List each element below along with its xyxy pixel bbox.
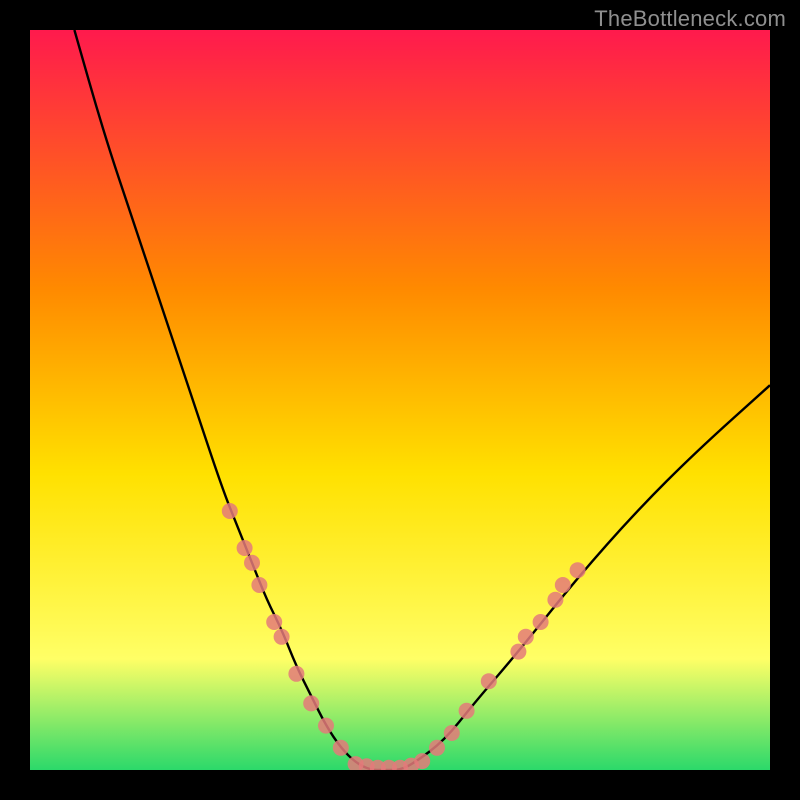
- data-marker: [251, 577, 267, 593]
- data-marker: [222, 503, 238, 519]
- chart-frame: TheBottleneck.com: [0, 0, 800, 800]
- data-marker: [288, 666, 304, 682]
- chart-svg: [30, 30, 770, 770]
- data-marker: [244, 555, 260, 571]
- data-marker: [510, 644, 526, 660]
- data-marker: [518, 629, 534, 645]
- data-marker: [444, 725, 460, 741]
- data-marker: [481, 673, 497, 689]
- data-marker: [570, 562, 586, 578]
- chart-background: [30, 30, 770, 770]
- data-marker: [318, 718, 334, 734]
- data-marker: [414, 753, 430, 769]
- data-marker: [533, 614, 549, 630]
- data-marker: [555, 577, 571, 593]
- data-marker: [333, 740, 349, 756]
- data-marker: [237, 540, 253, 556]
- chart-plot-area: [30, 30, 770, 770]
- data-marker: [459, 703, 475, 719]
- watermark-label: TheBottleneck.com: [594, 6, 786, 32]
- data-marker: [303, 695, 319, 711]
- data-marker: [266, 614, 282, 630]
- data-marker: [274, 629, 290, 645]
- data-marker: [547, 592, 563, 608]
- data-marker: [429, 740, 445, 756]
